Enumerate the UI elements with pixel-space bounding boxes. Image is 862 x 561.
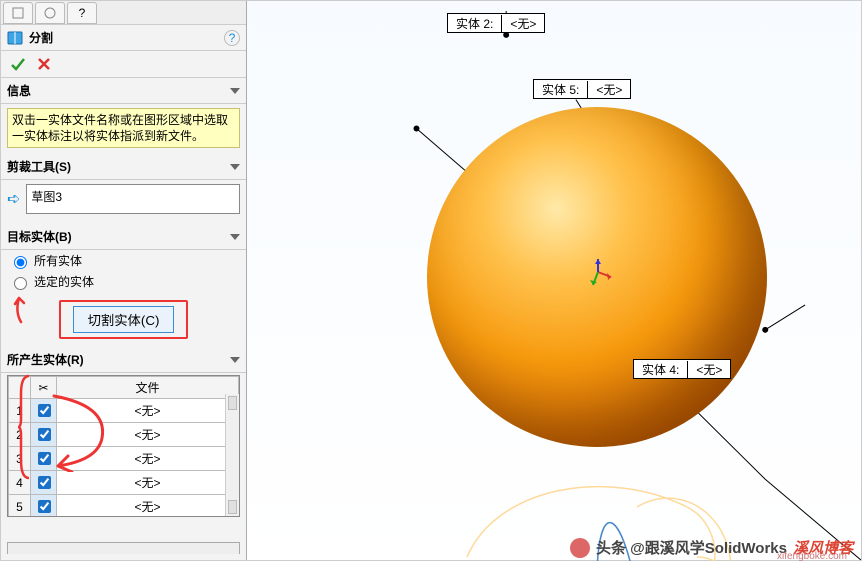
result-table-wrap: ✂ 文件 1 <无> 2 <无> 3 <无> 4 <无> 5 <无>	[7, 375, 240, 517]
table-row[interactable]: 3 <无>	[9, 447, 239, 471]
trim-section-header[interactable]: 剪裁工具(S)	[1, 154, 246, 180]
row-num: 5	[9, 495, 31, 517]
table-row[interactable]: 5 <无>	[9, 495, 239, 517]
cut-button-area: 切割实体(C)	[1, 300, 246, 339]
row-num: 1	[9, 399, 31, 423]
trim-heading: 剪裁工具(S)	[7, 158, 71, 175]
result-heading: 所产生实体(R)	[7, 351, 84, 368]
radio-all-input[interactable]	[14, 256, 27, 269]
callout-value[interactable]: <无>	[502, 15, 544, 32]
table-row[interactable]: 2 <无>	[9, 423, 239, 447]
table-scrollbar[interactable]	[225, 394, 239, 516]
radio-selected-label: 选定的实体	[34, 273, 94, 290]
help-icon[interactable]: ?	[224, 30, 240, 46]
table-corner	[9, 377, 31, 399]
row-checkbox[interactable]	[38, 404, 51, 417]
callout-label: 实体 5:	[534, 81, 588, 98]
table-row[interactable]: 1 <无>	[9, 399, 239, 423]
watermark-url: xifengboke.com	[777, 551, 847, 561]
ok-icon[interactable]	[9, 55, 27, 73]
table-header-row: ✂ 文件	[9, 377, 239, 399]
feature-title: 分割	[29, 29, 53, 46]
trim-selection-input[interactable]: 草图3	[26, 184, 240, 214]
panel-bottom-bar	[7, 542, 240, 554]
result-section-header[interactable]: 所产生实体(R)	[1, 347, 246, 373]
row-checkbox[interactable]	[38, 476, 51, 489]
row-num: 2	[9, 423, 31, 447]
scissor-header[interactable]: ✂	[31, 377, 57, 399]
cut-bodies-button[interactable]: 切割实体(C)	[73, 306, 175, 333]
panel-tab-strip: ?	[1, 1, 246, 25]
row-file[interactable]: <无>	[57, 423, 239, 447]
chevron-down-icon	[230, 164, 240, 170]
radio-selected-input[interactable]	[14, 277, 27, 290]
callout-body-4[interactable]: 实体 4: <无>	[633, 359, 731, 379]
feature-title-bar: 分割 ?	[1, 25, 246, 51]
callout-value[interactable]: <无>	[688, 361, 730, 378]
row-file[interactable]: <无>	[57, 447, 239, 471]
confirm-row	[1, 51, 246, 78]
radio-all-label: 所有实体	[34, 252, 82, 269]
callout-body-5[interactable]: 实体 5: <无>	[533, 79, 631, 99]
chevron-down-icon	[230, 234, 240, 240]
help-icon: ?	[79, 6, 86, 20]
callout-body-2[interactable]: 实体 2: <无>	[447, 13, 545, 33]
row-file[interactable]: <无>	[57, 399, 239, 423]
annotation-arrow	[13, 294, 29, 324]
split-icon	[7, 30, 23, 46]
callout-label: 实体 4:	[634, 361, 688, 378]
cancel-icon[interactable]	[37, 57, 51, 71]
row-num: 3	[9, 447, 31, 471]
panel-tab[interactable]: ?	[67, 2, 97, 24]
tab-icon	[11, 6, 25, 20]
radio-all-bodies[interactable]: 所有实体	[9, 252, 238, 269]
panel-tab[interactable]	[35, 2, 65, 24]
sphere-model[interactable]	[427, 107, 767, 447]
row-file[interactable]: <无>	[57, 495, 239, 517]
watermark-author: 头条 @跟溪风学SolidWorks	[596, 537, 787, 558]
row-file[interactable]: <无>	[57, 471, 239, 495]
info-text: 双击一实体文件名称或在图形区域中选取一实体标注以将实体指派到新文件。	[7, 108, 240, 148]
info-heading: 信息	[7, 82, 31, 99]
row-checkbox[interactable]	[38, 500, 51, 513]
table-row[interactable]: 4 <无>	[9, 471, 239, 495]
target-heading: 目标实体(B)	[7, 228, 72, 245]
graphics-viewport[interactable]: 实体 2: <无> 实体 5: <无> 实体 4: <无> 头条 @跟溪风学So…	[247, 1, 861, 560]
selection-arrow-icon[interactable]: ➪	[7, 189, 20, 209]
annotation-highlight-box: 切割实体(C)	[59, 300, 189, 339]
result-table: ✂ 文件 1 <无> 2 <无> 3 <无> 4 <无> 5 <无>	[8, 376, 239, 516]
trim-selection-row: ➪ 草图3	[7, 184, 240, 214]
file-header[interactable]: 文件	[57, 377, 239, 399]
info-section-header[interactable]: 信息	[1, 78, 246, 104]
avatar-icon	[570, 538, 590, 558]
tab-icon	[43, 6, 57, 20]
callout-label: 实体 2:	[448, 15, 502, 32]
radio-selected-bodies[interactable]: 选定的实体	[9, 273, 238, 290]
row-num: 4	[9, 471, 31, 495]
target-section-header[interactable]: 目标实体(B)	[1, 224, 246, 250]
chevron-down-icon	[230, 88, 240, 94]
panel-tab[interactable]	[3, 2, 33, 24]
callout-value[interactable]: <无>	[588, 81, 630, 98]
origin-triad-icon[interactable]	[583, 257, 613, 287]
chevron-down-icon	[230, 357, 240, 363]
property-panel: ? 分割 ? 信息 双击一实体文件名称或在图形区域中选取一实体标注以将实体指派到…	[1, 1, 247, 560]
row-checkbox[interactable]	[38, 428, 51, 441]
row-checkbox[interactable]	[38, 452, 51, 465]
